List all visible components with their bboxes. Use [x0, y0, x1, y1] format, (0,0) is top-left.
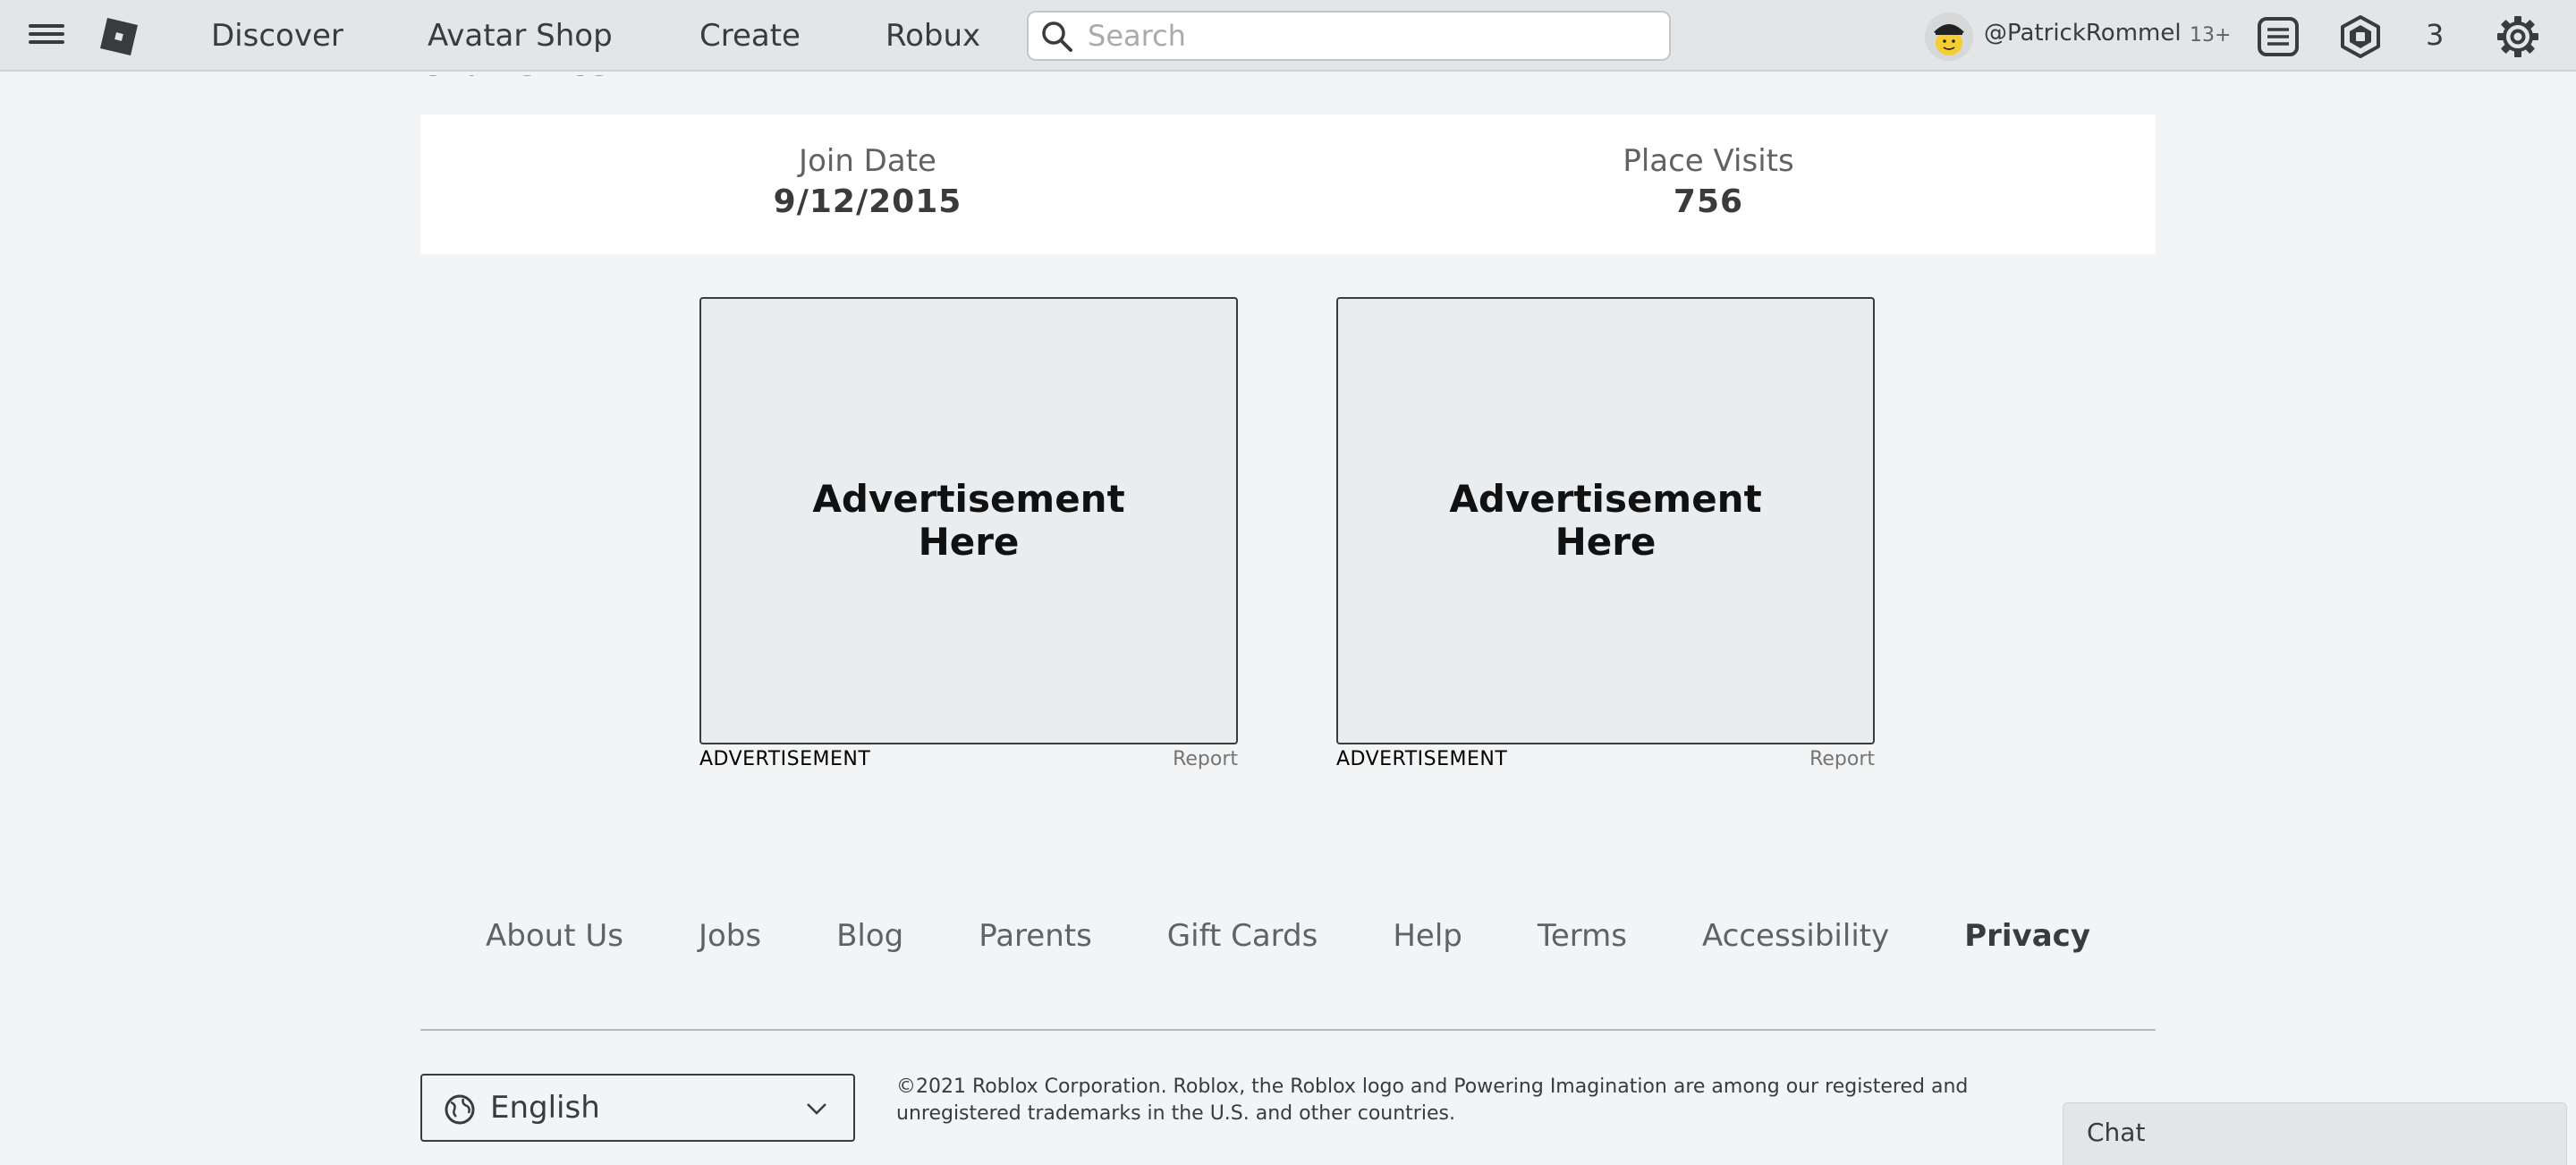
notifications-list-icon[interactable]: [2256, 14, 2301, 59]
advertisement-label: ADVERTISEMENT: [699, 748, 871, 770]
chevron-down-icon: [807, 1103, 826, 1115]
roblox-logo-icon[interactable]: [98, 16, 140, 57]
footer-link-about-us[interactable]: About Us: [486, 918, 623, 963]
place-visits-value: 756: [1673, 183, 1744, 220]
join-date-value: 9/12/2015: [773, 183, 962, 220]
advertisement-text: Advertisement Here: [1449, 477, 1762, 564]
robux-icon[interactable]: [2338, 14, 2383, 59]
place-visits-label: Place Visits: [1623, 143, 1794, 179]
avatar[interactable]: [1925, 13, 1973, 61]
footer-links: About Us Jobs Blog Parents Gift Cards He…: [420, 918, 2156, 963]
age-badge: 13+: [2190, 24, 2232, 47]
nav-avatar-shop[interactable]: Avatar Shop: [428, 18, 613, 54]
footer-divider: [420, 1029, 2156, 1031]
footer-link-privacy[interactable]: Privacy: [1964, 918, 2090, 963]
report-ad-link[interactable]: Report: [1809, 748, 1875, 770]
advertisement-box[interactable]: Advertisement Here: [699, 297, 1238, 744]
footer-link-jobs[interactable]: Jobs: [699, 918, 761, 963]
nav-create[interactable]: Create: [699, 18, 801, 54]
footer-link-blog[interactable]: Blog: [836, 918, 903, 963]
language-select[interactable]: English: [420, 1074, 855, 1142]
place-visits-stat: Place Visits 756: [1485, 141, 1932, 224]
search-icon[interactable]: [1041, 21, 1073, 53]
report-ad-link[interactable]: Report: [1173, 748, 1238, 770]
footer-link-parents[interactable]: Parents: [979, 918, 1092, 963]
language-value: English: [490, 1090, 600, 1126]
nav-discover[interactable]: Discover: [211, 18, 343, 54]
search-box: [1027, 11, 1671, 61]
advertisement-box[interactable]: Advertisement Here: [1336, 297, 1875, 744]
search-input[interactable]: [1088, 18, 1660, 54]
gear-icon[interactable]: [2496, 14, 2540, 59]
top-navigation-bar: Discover Avatar Shop Create Robux @Patri…: [0, 0, 2576, 72]
chat-label: Chat: [2087, 1118, 2146, 1147]
username[interactable]: @PatrickRommel: [1984, 20, 2182, 47]
robux-count[interactable]: 3: [2426, 18, 2444, 52]
footer-link-accessibility[interactable]: Accessibility: [1702, 918, 1889, 963]
advertisement-label: ADVERTISEMENT: [1336, 748, 1508, 770]
join-date-stat: Join Date 9/12/2015: [644, 141, 1091, 224]
hamburger-menu-icon[interactable]: [29, 20, 64, 52]
chat-bar[interactable]: Chat: [2063, 1102, 2567, 1165]
copyright-text: ©2021 Roblox Corporation. Roblox, the Ro…: [896, 1076, 1969, 1125]
nav-robux[interactable]: Robux: [886, 18, 980, 54]
advertisement-slot: Advertisement Here ADVERTISEMENT Report: [1336, 297, 1875, 770]
globe-icon: [445, 1094, 475, 1125]
advertisement-slot: Advertisement Here ADVERTISEMENT Report: [699, 297, 1238, 770]
advertisement-text: Advertisement Here: [812, 477, 1125, 564]
statistics-card: Join Date 9/12/2015 Place Visits 756: [420, 115, 2156, 254]
footer-link-gift-cards[interactable]: Gift Cards: [1167, 918, 1318, 963]
footer-link-help[interactable]: Help: [1393, 918, 1462, 963]
join-date-label: Join Date: [799, 143, 936, 179]
footer-link-terms[interactable]: Terms: [1538, 918, 1627, 963]
